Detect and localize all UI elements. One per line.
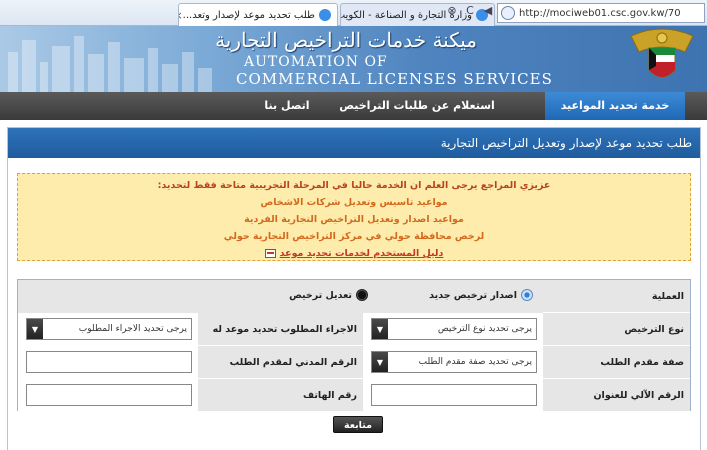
action-select[interactable]: يرجى تحديد الاجراء المطلوب ▼ <box>26 318 192 340</box>
operation-label: العملية <box>543 280 690 313</box>
form-row-contact: الرقم الآلي للعنوان رقم الهاتف <box>18 379 690 412</box>
radio-label: تعديل ترخيص <box>289 289 352 301</box>
form-row-operation: العملية اصدار ترخيص جديد تعديل ترخيص <box>18 280 690 313</box>
menu-item-contact[interactable]: اتصل بنا <box>252 92 322 120</box>
pdf-icon <box>264 249 276 258</box>
radio-new-license[interactable]: اصدار ترخيص جديد <box>429 289 533 301</box>
radio-modify-license[interactable]: تعديل ترخيص <box>289 289 368 301</box>
form-row-applicant: صفة مقدم الطلب يرجى تحديد صفة مقدم الطلب… <box>18 346 690 379</box>
nav-buttons: ⊗ C ◀ <box>445 4 495 17</box>
banner-title-en-line1: AUTOMATION OF <box>244 54 388 70</box>
civil-id-input[interactable] <box>26 351 192 373</box>
page-title: طلب تحديد موعد لإصدار وتعديل التراخيص ال… <box>8 128 700 158</box>
kuwait-emblem-icon <box>630 28 694 78</box>
menu-item-appointments[interactable]: خدمة تحديد المواعيد <box>545 92 685 120</box>
notice-main: عزيزي المراجع يرجى العلم ان الخدمة حاليا… <box>157 180 551 191</box>
applicant-type-select[interactable]: يرجى تحديد صفة مقدم الطلب ▼ <box>371 351 537 373</box>
select-value: يرجى تحديد صفة مقدم الطلب <box>418 357 532 367</box>
main-menu: خدمة تحديد المواعيد استعلام عن طلبات الت… <box>0 92 707 140</box>
select-value: يرجى تحديد نوع الترخيص <box>437 324 532 334</box>
action-label: الاجراء المطلوب تحديد موعد له <box>198 313 363 346</box>
menu-item-license-inquiry[interactable]: استعلام عن طلبات التراخيص التجارية <box>332 92 502 140</box>
radio-unselected-icon <box>356 289 368 301</box>
license-type-label: نوع الترخيص <box>543 313 690 346</box>
notice-line: مواعيد اصدار وتعديل التراخيص التجارية ال… <box>244 214 464 225</box>
select-value: يرجى تحديد الاجراء المطلوب <box>78 324 187 334</box>
ie-icon <box>319 9 331 21</box>
address-url[interactable]: http://mociweb01.csc.gov.kw/70 <box>519 8 681 19</box>
chevron-down-icon: ▼ <box>27 319 43 339</box>
radio-label: اصدار ترخيص جديد <box>429 289 517 301</box>
radio-selected-icon <box>521 289 533 301</box>
applicant-type-label: صفة مقدم الطلب <box>543 346 690 379</box>
operation-options: اصدار ترخيص جديد تعديل ترخيص <box>18 280 543 313</box>
license-type-select[interactable]: يرجى تحديد نوع الترخيص ▼ <box>371 318 537 340</box>
phone-label: رقم الهاتف <box>198 379 363 412</box>
address-number-label: الرقم الآلي للعنوان <box>543 379 690 412</box>
notice-line: لرخص محافظة حولي في مركز التراخيص التجار… <box>223 231 485 242</box>
civil-id-label: الرقم المدني لمقدم الطلب <box>198 346 363 379</box>
form-row-license-type: نوع الترخيص يرجى تحديد نوع الترخيص ▼ الا… <box>18 313 690 346</box>
banner-title-en-line2: COMMERCIAL LICENSES SERVICES <box>236 70 553 88</box>
guide-link-label: دليل المستخدم لخدمات تحديد موعد <box>279 248 444 259</box>
browser-chrome: وزارة التجارة و الصناعة - الكويت طلب تحد… <box>0 0 707 26</box>
site-banner: ميكنة خدمات التراخيص التجارية AUTOMATION… <box>0 26 707 92</box>
chevron-down-icon: ▼ <box>372 319 388 339</box>
address-bar[interactable]: http://mociweb01.csc.gov.kw/70 <box>497 3 705 23</box>
close-icon[interactable]: × <box>179 9 183 22</box>
continue-button[interactable]: متابعة <box>333 416 383 433</box>
stop-icon[interactable]: ⊗ <box>445 4 459 17</box>
banner-title-ar: ميكنة خدمات التراخيص التجارية <box>215 28 477 52</box>
notice-line: مواعيد تاسيس وتعديل شركات الاشخاص <box>260 197 448 208</box>
back-icon[interactable]: ◀ <box>481 4 495 17</box>
tab-appointment[interactable]: طلب تحديد موعد لإصدار وتعد... × <box>178 3 338 26</box>
appointment-form: العملية اصدار ترخيص جديد تعديل ترخيص نوع… <box>17 279 691 412</box>
address-number-input[interactable] <box>371 384 537 406</box>
phone-input[interactable] <box>26 384 192 406</box>
refresh-icon[interactable]: C <box>463 4 477 17</box>
user-guide-link[interactable]: دليل المستخدم لخدمات تحديد موعد <box>264 245 444 262</box>
content-panel: طلب تحديد موعد لإصدار وتعديل التراخيص ال… <box>7 127 701 450</box>
skyline-graphic <box>0 32 230 92</box>
tab-title: طلب تحديد موعد لإصدار وتعد... <box>182 9 315 21</box>
notice-box: عزيزي المراجع يرجى العلم ان الخدمة حاليا… <box>17 173 691 261</box>
chevron-down-icon: ▼ <box>372 352 388 372</box>
site-icon <box>501 6 515 20</box>
